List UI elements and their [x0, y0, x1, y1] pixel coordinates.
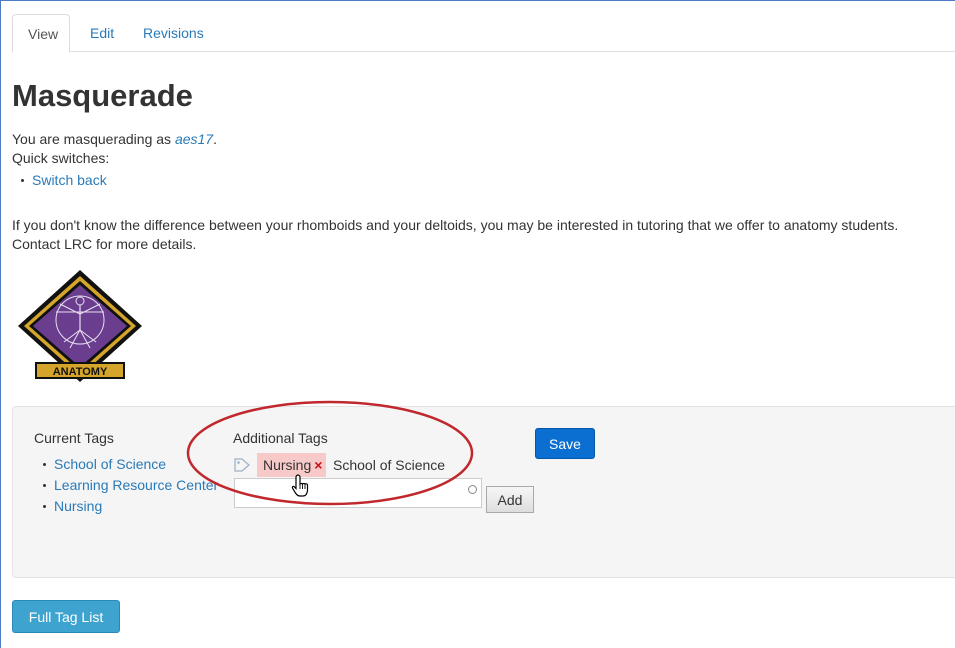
- info-line-1: If you don't know the difference between…: [12, 217, 899, 233]
- current-tags-heading: Current Tags: [34, 430, 114, 446]
- current-tag-link[interactable]: School of Science: [54, 456, 166, 472]
- tag-icon: [234, 458, 250, 472]
- quick-switches-label: Quick switches:: [12, 150, 110, 166]
- page-title: Masquerade: [12, 78, 193, 113]
- full-tag-list-button[interactable]: Full Tag List: [12, 600, 120, 633]
- current-tags-list: School of Science Learning Resource Cent…: [38, 454, 218, 517]
- masquerade-user-link[interactable]: aes17: [175, 131, 213, 147]
- additional-tags-heading: Additional Tags: [233, 430, 328, 446]
- current-tag-link[interactable]: Learning Resource Center: [54, 477, 218, 493]
- tab-view[interactable]: View: [12, 14, 70, 53]
- tag-chip-label: Nursing: [263, 457, 312, 473]
- anatomy-logo: ANATOMY: [18, 270, 142, 382]
- tag-suggestion-text: School of Science: [333, 457, 446, 473]
- switch-back-link[interactable]: Switch back: [32, 172, 107, 188]
- masquerade-suffix: .: [213, 131, 217, 147]
- quick-switch-list: Switch back: [16, 170, 107, 191]
- tab-edit[interactable]: Edit: [75, 14, 129, 52]
- tab-bar: View Edit Revisions: [12, 14, 955, 53]
- current-tag-item: Nursing: [38, 496, 218, 517]
- autocomplete-throbber-icon: [468, 485, 477, 494]
- quick-switch-item: Switch back: [16, 170, 107, 191]
- masquerade-status: You are masquerading as aes17.: [12, 130, 217, 148]
- masquerade-prefix: You are masquerading as: [12, 131, 175, 147]
- current-tag-item: School of Science: [38, 454, 218, 475]
- current-tag-item: Learning Resource Center: [38, 475, 218, 496]
- current-tag-link[interactable]: Nursing: [54, 498, 102, 514]
- info-line-2: Contact LRC for more details.: [12, 236, 197, 252]
- tag-chip-nursing[interactable]: Nursing ×: [257, 453, 327, 477]
- add-tag-button[interactable]: Add: [486, 486, 534, 513]
- save-button[interactable]: Save: [535, 428, 595, 459]
- remove-tag-icon[interactable]: ×: [314, 457, 322, 473]
- tag-autocomplete-input[interactable]: [234, 478, 482, 508]
- tab-revisions[interactable]: Revisions: [128, 14, 219, 52]
- logo-text: ANATOMY: [53, 366, 108, 378]
